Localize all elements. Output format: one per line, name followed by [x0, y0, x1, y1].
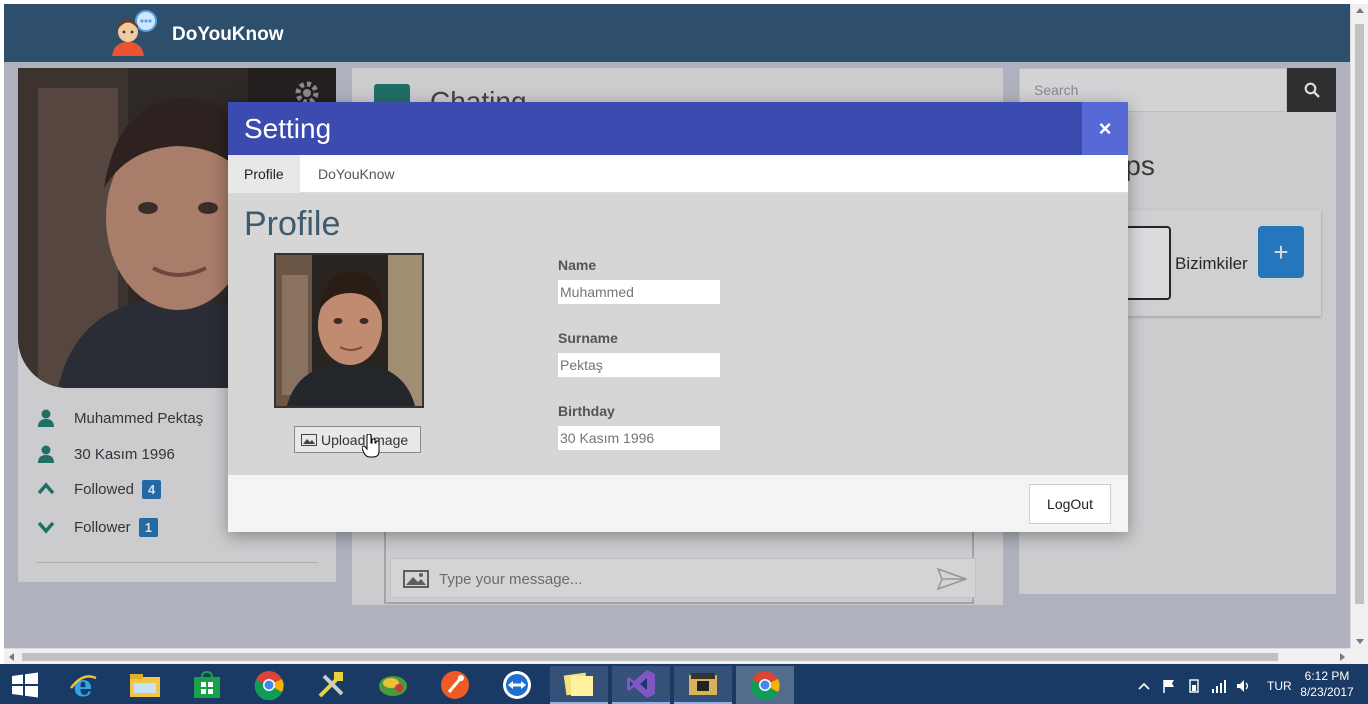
surname-label: Surname	[558, 330, 618, 346]
volume-icon[interactable]	[1236, 679, 1252, 693]
scroll-thumb[interactable]	[1355, 24, 1364, 604]
name-label: Name	[558, 257, 597, 273]
modal-tabs: Profile DoYouKnow	[228, 155, 1128, 193]
windows-start-icon[interactable]	[10, 672, 40, 698]
windows-store-icon[interactable]	[178, 666, 236, 704]
flag-icon[interactable]	[1161, 679, 1177, 693]
top-navbar: DoYouKnow	[4, 4, 1350, 62]
tab-doyouknow[interactable]: DoYouKnow	[302, 155, 411, 193]
system-tray: TUR	[1136, 676, 1292, 696]
battery-icon[interactable]	[1186, 679, 1202, 693]
upload-image-button[interactable]: Upload Image	[294, 426, 421, 453]
chrome-active-icon[interactable]	[736, 666, 794, 704]
scroll-left-icon[interactable]	[9, 653, 14, 661]
vertical-scrollbar[interactable]	[1350, 4, 1368, 648]
app-name[interactable]: DoYouKnow	[172, 24, 284, 46]
browser-viewport: DoYouKnow Muhammed Pektaş 30 Kasım 1996 …	[0, 0, 1368, 704]
language-indicator[interactable]: TUR	[1267, 679, 1292, 693]
tab-profile[interactable]: Profile	[228, 155, 300, 193]
sticky-notes-icon[interactable]	[550, 666, 608, 704]
tools-icon[interactable]	[302, 666, 360, 704]
scroll-corner	[1350, 648, 1368, 664]
modal-body: Profile Upload Image Name Muhammed Surna…	[228, 193, 1128, 475]
image-icon	[301, 433, 317, 446]
show-hidden-icons-icon[interactable]	[1136, 679, 1152, 693]
scroll-up-icon[interactable]	[1356, 8, 1364, 13]
clock-date: 8/23/2017	[1300, 685, 1354, 699]
scroll-down-icon[interactable]	[1356, 639, 1364, 644]
horizontal-scrollbar[interactable]	[4, 648, 1350, 664]
clock[interactable]: 6:12 PM 8/23/2017	[1292, 668, 1362, 700]
windows-taskbar: e TUR 6:12 PM 8/23/2017	[0, 664, 1368, 704]
toolbox-icon[interactable]	[674, 666, 732, 704]
scroll-right-icon[interactable]	[1340, 653, 1345, 661]
scroll-thumb[interactable]	[22, 653, 1278, 661]
game-icon[interactable]	[364, 666, 422, 704]
teamviewer-icon[interactable]	[488, 666, 546, 704]
file-explorer-icon[interactable]	[116, 666, 174, 704]
avatar	[274, 253, 424, 408]
postman-icon[interactable]	[426, 666, 484, 704]
surname-field[interactable]	[558, 353, 720, 377]
chrome-icon[interactable]	[240, 666, 298, 704]
birthday-field[interactable]	[558, 426, 720, 450]
hand-cursor-icon	[362, 434, 380, 458]
modal-title: Setting	[244, 113, 332, 144]
name-field[interactable]	[558, 280, 720, 304]
modal-header: Setting ×	[228, 102, 1128, 155]
logout-button[interactable]: LogOut	[1029, 484, 1111, 524]
clock-time: 6:12 PM	[1304, 669, 1350, 683]
network-icon[interactable]	[1211, 679, 1227, 693]
close-button[interactable]: ×	[1082, 102, 1128, 155]
settings-modal: Setting × Profile DoYouKnow Profile Uplo…	[228, 102, 1128, 532]
visual-studio-icon[interactable]	[612, 666, 670, 704]
svg-text:e: e	[73, 670, 92, 700]
app-logo-icon	[112, 10, 157, 56]
modal-footer: LogOut	[228, 475, 1128, 532]
section-title: Profile	[244, 205, 341, 243]
birthday-label: Birthday	[558, 403, 615, 419]
internet-explorer-icon[interactable]: e	[54, 666, 112, 704]
